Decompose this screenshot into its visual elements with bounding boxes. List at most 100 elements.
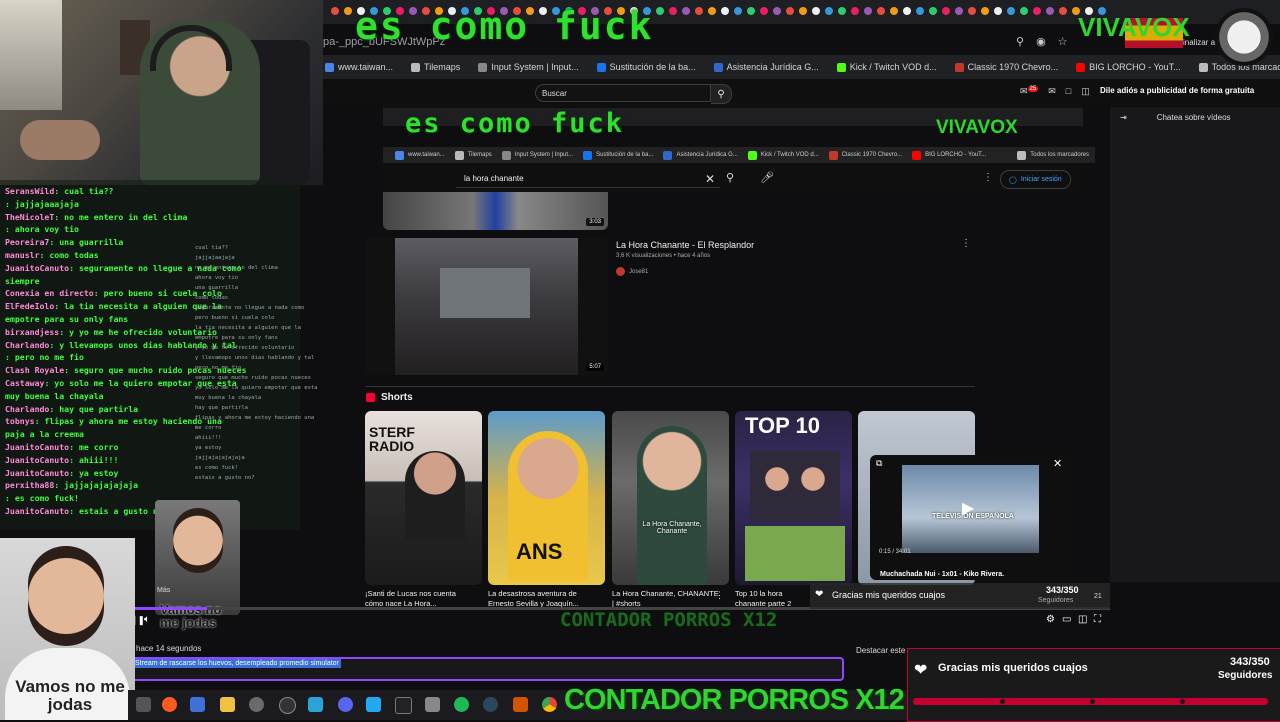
youtube-search-input[interactable]: la hora chanante — [456, 170, 720, 188]
chat-username[interactable]: JuanitoCanuto — [5, 263, 69, 273]
tab-favicon-icon[interactable] — [838, 7, 846, 15]
notification-icon[interactable]: ✉ 25 — [1020, 86, 1039, 97]
tab-favicon-icon[interactable] — [734, 7, 742, 15]
tab-favicon-icon[interactable] — [344, 7, 352, 15]
tab-favicon-icon[interactable] — [760, 7, 768, 15]
tab-favicon-icon[interactable] — [877, 7, 885, 15]
bookmark-item[interactable]: Tilemaps — [454, 150, 492, 160]
tab-favicon-icon[interactable] — [942, 7, 950, 15]
tab-favicon-icon[interactable] — [708, 7, 716, 15]
tab-favicon-icon[interactable] — [747, 7, 755, 15]
bookmark-item[interactable]: Asistencia Jurídica G... — [663, 150, 738, 160]
tab-favicon-icon[interactable] — [825, 7, 833, 15]
spotify-icon[interactable] — [454, 697, 469, 712]
search-icon[interactable]: ⚲ — [726, 171, 734, 184]
steam-icon[interactable] — [483, 697, 498, 712]
eye-off-icon[interactable]: ◉ — [1036, 35, 1046, 48]
chat-username[interactable]: Charlando — [5, 340, 49, 350]
chat-username[interactable]: JuanitoCanuto — [5, 506, 69, 516]
close-icon[interactable]: ✕ — [1053, 457, 1062, 470]
bookmark-item[interactable]: BIG LORCHO - YouT... — [912, 150, 986, 160]
short-thumbnail[interactable]: ANS — [488, 411, 605, 585]
folder-icon[interactable] — [220, 697, 235, 712]
bookmark-item[interactable]: www.taiwan... — [325, 62, 393, 72]
tab-favicon-icon[interactable] — [773, 7, 781, 15]
more-icon[interactable]: ⋮ — [715, 590, 724, 601]
tab-favicon-icon[interactable] — [786, 7, 794, 15]
chrome-icon[interactable] — [542, 697, 557, 712]
chat-username[interactable]: TheNicoleT — [5, 212, 54, 222]
chat-username[interactable]: tobnys — [5, 416, 35, 426]
app-icon[interactable] — [513, 697, 528, 712]
chat-username[interactable]: JuanitoCanuto — [5, 442, 69, 452]
chat-username[interactable]: manuslr — [5, 250, 40, 260]
video-title[interactable]: La Hora Chanante - El Resplandor — [616, 240, 754, 250]
bookmark-item[interactable]: Classic 1970 Chevro... — [828, 150, 902, 160]
ad-banner[interactable]: Dile adiós a publicidad de forma gratuit… — [1100, 86, 1254, 95]
collapse-icon[interactable]: ⇥ — [1120, 113, 1127, 122]
chat-username[interactable]: birxandjess — [5, 327, 59, 337]
short-thumbnail[interactable]: STERF RADIO — [365, 411, 482, 585]
mini-player-title[interactable]: Muchachada Nui - 1x01 - Kiko Rivera. — [880, 571, 1004, 578]
more-icon[interactable]: ⋮ — [961, 238, 971, 249]
short-thumbnail[interactable]: La Hora Chanante, Chanante — [612, 411, 729, 585]
video-channel[interactable]: Jose81 — [616, 267, 648, 276]
bookmark-item[interactable]: Kick / Twitch VOD d... — [836, 62, 937, 72]
video-thumbnail[interactable]: 5:07 — [365, 238, 608, 375]
chat-username[interactable]: Peoreira7 — [5, 237, 49, 247]
sidebar-icon[interactable]: ◫ — [1078, 614, 1087, 625]
tab-favicon-icon[interactable] — [695, 7, 703, 15]
tab-favicon-icon[interactable] — [812, 7, 820, 15]
bookmark-item[interactable]: www.taiwan... — [395, 150, 445, 160]
chat-username[interactable]: SeransWild — [5, 186, 54, 196]
tab-favicon-icon[interactable] — [890, 7, 898, 15]
bookmark-item[interactable]: Classic 1970 Chevro... — [954, 62, 1058, 72]
tab-favicon-icon[interactable] — [864, 7, 872, 15]
more-icon[interactable]: ⋮ — [983, 172, 993, 183]
chat-username[interactable]: perxitha88 — [5, 480, 54, 490]
highlight-button[interactable]: Destacar este — [856, 646, 905, 655]
chat-username[interactable]: JuanitoCanuto — [5, 455, 69, 465]
app-icon[interactable] — [308, 697, 323, 712]
bookmark-item[interactable]: Asistencia Jurídica G... — [713, 62, 819, 72]
bookmark-item[interactable]: Input System | Input... — [501, 150, 573, 160]
bookmark-item[interactable]: Sustitución de la ba... — [583, 150, 653, 160]
obs-icon[interactable] — [279, 697, 296, 714]
video-thumbnail-previous[interactable]: 3:03 — [383, 192, 608, 230]
zoom-icon[interactable]: ⚲ — [1016, 35, 1024, 48]
tab-favicon-icon[interactable] — [955, 7, 963, 15]
tab-favicon-icon[interactable] — [1046, 7, 1054, 15]
star-icon[interactable]: ☆ — [1058, 35, 1068, 48]
mic-icon[interactable]: 🎤︎ — [760, 171, 774, 184]
chat-username[interactable]: JuanitoCanuto — [5, 468, 69, 478]
bookmark-item[interactable]: Kick / Twitch VOD d... — [747, 150, 819, 160]
short-title[interactable]: Top 10 la hora chanante parte 2 — [735, 589, 815, 609]
clear-icon[interactable]: ✕ — [705, 172, 715, 186]
discord-icon[interactable] — [338, 697, 353, 712]
tab-favicon-icon[interactable] — [968, 7, 976, 15]
tab-favicon-icon[interactable] — [656, 7, 664, 15]
chat-username[interactable]: Clash Royale — [5, 365, 64, 375]
search-input[interactable]: Buscar — [535, 84, 711, 102]
volume-icon[interactable]: 🔈︎ — [144, 614, 150, 625]
bookmark-icon[interactable]: □ — [1066, 86, 1071, 97]
tab-favicon-icon[interactable] — [799, 7, 807, 15]
tab-favicon-icon[interactable] — [1020, 7, 1028, 15]
tab-favicon-icon[interactable] — [851, 7, 859, 15]
bookmark-item[interactable]: Sustitución de la ba... — [596, 62, 696, 72]
tab-favicon-icon[interactable] — [981, 7, 989, 15]
bookmark-item[interactable]: Input System | Input... — [478, 62, 579, 72]
unity-icon[interactable] — [425, 697, 440, 712]
tab-favicon-icon[interactable] — [682, 7, 690, 15]
tab-favicon-icon[interactable] — [994, 7, 1002, 15]
short-title[interactable]: La Hora Chanante, CHANANTE | #shorts — [612, 589, 722, 609]
fullscreen-icon[interactable]: ⛶ — [1094, 614, 1101, 625]
short-title[interactable]: La desastrosa aventura de Ernesto Sevill… — [488, 589, 598, 609]
tab-favicon-icon[interactable] — [1007, 7, 1015, 15]
cart-icon[interactable]: ◫ — [1081, 86, 1090, 97]
short-thumbnail[interactable]: TOP 10 — [735, 411, 852, 585]
tab-favicon-icon[interactable] — [721, 7, 729, 15]
chat-username[interactable]: Conexia en directo — [5, 288, 94, 298]
vscode-icon[interactable] — [366, 697, 381, 712]
play-icon[interactable]: ▶ — [962, 498, 974, 518]
